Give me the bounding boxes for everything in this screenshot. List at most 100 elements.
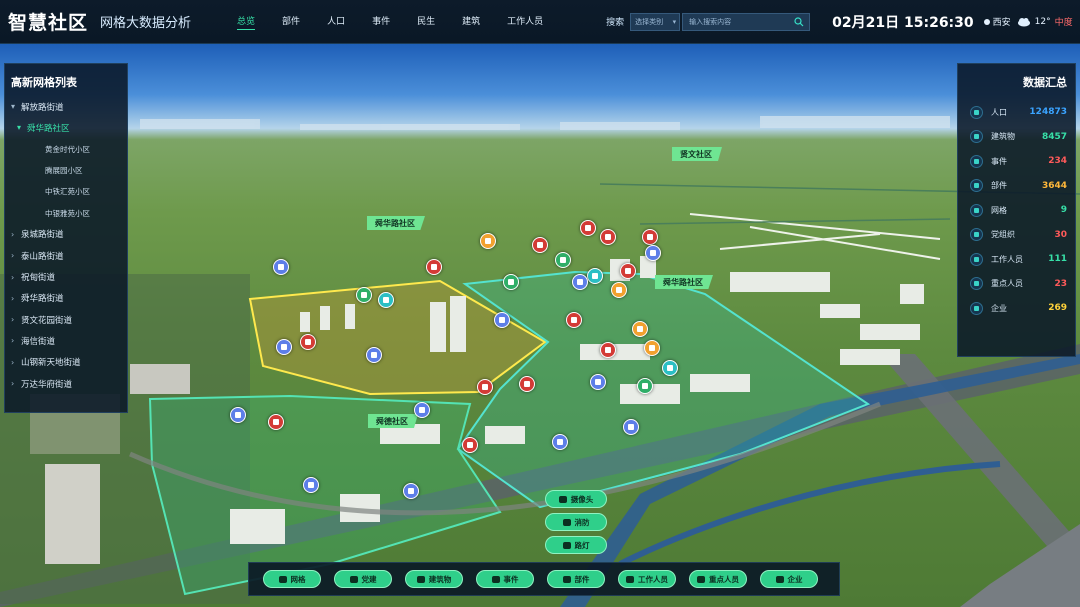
tree-item-street[interactable]: › 舜华路街道 <box>5 288 127 309</box>
stat-party[interactable]: 党组织 30 <box>958 223 1075 248</box>
map-pin-event[interactable] <box>519 376 535 392</box>
stat-staff[interactable]: 工作人员 111 <box>958 247 1075 272</box>
map-pin-person[interactable] <box>494 312 510 328</box>
party-icon <box>349 575 358 583</box>
tree-item-label: 贤文花园街道 <box>21 315 73 326</box>
map-pin-camera[interactable] <box>587 268 603 284</box>
map-pin-party[interactable] <box>566 312 582 328</box>
tree-item-label: 海信街道 <box>21 336 56 347</box>
map-pin-event[interactable] <box>600 229 616 245</box>
map-pin-staff[interactable] <box>555 252 571 268</box>
nav-parts[interactable]: 部件 <box>282 14 300 30</box>
cloud-icon <box>1017 17 1030 26</box>
stat-grids[interactable]: 网格 9 <box>958 198 1075 223</box>
map-pin-building[interactable] <box>303 477 319 493</box>
weather-temp: 12° <box>1034 16 1051 27</box>
tree-item-street[interactable]: › 山钢新天地街道 <box>5 352 127 373</box>
search-icon[interactable] <box>794 16 804 27</box>
weather-widget: 西安 12° 中度 <box>983 15 1073 28</box>
streetlight-layer-button[interactable]: 路灯 <box>545 536 607 554</box>
search-label: 搜索 <box>606 18 625 28</box>
fire-layer-button[interactable]: 消防 <box>545 513 607 531</box>
staff-filter-button[interactable]: 工作人员 <box>618 570 676 588</box>
tree-item-street[interactable]: › 泰山路街道 <box>5 245 127 266</box>
map-pin-camera[interactable] <box>378 292 394 308</box>
tree-item-neighborhood[interactable]: 中铁汇苑小区 <box>5 181 127 202</box>
stat-population[interactable]: 人口 124873 <box>958 100 1075 125</box>
map-pin-event[interactable] <box>426 259 442 275</box>
map-pin-event[interactable] <box>642 229 658 245</box>
event-filter-button[interactable]: 事件 <box>476 570 534 588</box>
part-filter-button[interactable]: 部件 <box>547 570 605 588</box>
map-pin-part[interactable] <box>644 340 660 356</box>
tree-item-neighborhood[interactable]: 中银雅苑小区 <box>5 202 127 223</box>
search-placeholder: 输入搜索内容 <box>689 17 732 26</box>
button-label: 事件 <box>503 574 519 584</box>
map-pin-building[interactable] <box>366 347 382 363</box>
chevron-down-icon: ▾ <box>17 123 22 133</box>
map-label-shunde[interactable]: 舜德社区 <box>368 414 418 428</box>
tree-item-street[interactable]: ▾ 解放路街道 <box>5 96 127 117</box>
map-label-xianwen[interactable]: 贤文社区 <box>672 147 722 161</box>
map-pin-party[interactable] <box>273 259 289 275</box>
map-pin-camera[interactable] <box>662 360 678 376</box>
tree-item-community[interactable]: ▾ 舜华路社区 <box>5 117 127 138</box>
map-pin-building[interactable] <box>414 402 430 418</box>
map-pin-part[interactable] <box>620 263 636 279</box>
map-pin-event[interactable] <box>600 342 616 358</box>
map-pin-building[interactable] <box>276 339 292 355</box>
map-pin-building[interactable] <box>623 419 639 435</box>
stat-parts[interactable]: 部件 3644 <box>958 174 1075 199</box>
search-category-select[interactable]: 选择类别 ▾ <box>630 12 681 31</box>
stat-events[interactable]: 事件 234 <box>958 149 1075 174</box>
panel-title: 高新网格列表 <box>11 76 77 89</box>
map-pin-event[interactable] <box>477 379 493 395</box>
building-filter-button[interactable]: 建筑物 <box>405 570 463 588</box>
nav-overview[interactable]: 总览 <box>237 14 256 30</box>
map-pin-building[interactable] <box>590 374 606 390</box>
map-label-shunhualu-1[interactable]: 舜华路社区 <box>367 216 425 230</box>
stat-enterprises[interactable]: 企业 269 <box>958 296 1075 321</box>
map-pin-building[interactable] <box>552 434 568 450</box>
map-pin-party[interactable] <box>268 414 284 430</box>
map-pin-building[interactable] <box>403 483 419 499</box>
nav-events[interactable]: 事件 <box>372 14 390 30</box>
nav-buildings[interactable]: 建筑 <box>462 14 480 30</box>
party-filter-button[interactable]: 党建 <box>334 570 392 588</box>
chevron-right-icon: › <box>11 293 15 303</box>
map-pin-event[interactable] <box>462 437 478 453</box>
map-pin-person[interactable] <box>645 245 661 261</box>
tree-item-label: 泉城路街道 <box>21 230 64 241</box>
stat-buildings[interactable]: 建筑物 8457 <box>958 125 1075 150</box>
key-person-filter-button[interactable]: 重点人员 <box>689 570 747 588</box>
tree-item-neighborhood[interactable]: 黄金时代小区 <box>5 139 127 160</box>
search-input[interactable]: 输入搜索内容 <box>682 12 811 31</box>
tree-item-street[interactable]: › 贤文花园街道 <box>5 309 127 330</box>
tree-item-neighborhood[interactable]: 腾展园小区 <box>5 160 127 181</box>
tree-item-street[interactable]: › 海信街道 <box>5 330 127 351</box>
map-pin-part[interactable] <box>632 321 648 337</box>
map-3d-scene[interactable]: 贤文社区 舜华路社区 舜华路社区 舜德社区 <box>0 44 1080 607</box>
map-pin-party[interactable] <box>300 334 316 350</box>
tree-item-street[interactable]: › 泉城路街道 <box>5 224 127 245</box>
enterprise-filter-button[interactable]: 企业 <box>760 570 818 588</box>
map-pin-staff[interactable] <box>637 378 653 394</box>
map-pin-person[interactable] <box>572 274 588 290</box>
map-pin-staff[interactable] <box>503 274 519 290</box>
map-pin-part[interactable] <box>480 233 496 249</box>
nav-staff[interactable]: 工作人员 <box>507 14 543 30</box>
grid-filter-button[interactable]: 网格 <box>263 570 321 588</box>
map-pin-event[interactable] <box>580 220 596 236</box>
map-pin-part[interactable] <box>611 282 627 298</box>
map-pin-event[interactable] <box>532 237 548 253</box>
nav-livelihood[interactable]: 民生 <box>417 14 435 30</box>
tree-item-street[interactable]: › 祝甸街道 <box>5 266 127 287</box>
map-pin-staff[interactable] <box>356 287 372 303</box>
nav-population[interactable]: 人口 <box>327 14 345 30</box>
tree-item-street[interactable]: › 万达华府街道 <box>5 373 127 394</box>
stat-key-persons[interactable]: 重点人员 23 <box>958 272 1075 297</box>
map-label-shunhualu-2[interactable]: 舜华路社区 <box>655 275 713 289</box>
stat-value: 9 <box>1060 205 1067 216</box>
camera-layer-button[interactable]: 摄像头 <box>545 490 607 508</box>
map-pin-building[interactable] <box>230 407 246 423</box>
